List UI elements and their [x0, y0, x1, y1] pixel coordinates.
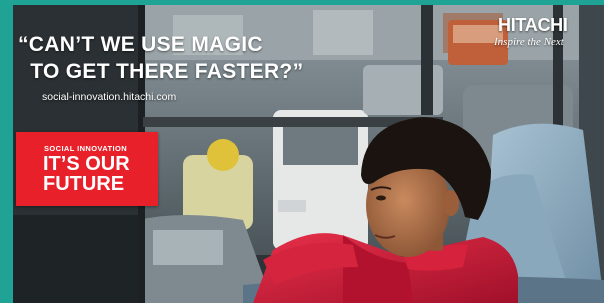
- hitachi-advertisement: “CAN’T WE USE MAGIC TO GET THERE FASTER?…: [0, 0, 604, 303]
- badge-subtitle: SOCIAL INNOVATION: [44, 144, 128, 153]
- headline-quote: “CAN’T WE USE MAGIC TO GET THERE FASTER?…: [18, 33, 304, 83]
- brand-tagline: Inspire the Next: [494, 36, 564, 48]
- badge-title-line1: IT’S OUR: [43, 153, 130, 175]
- social-innovation-badge: SOCIAL INNOVATION IT’S OUR FUTURE: [16, 132, 158, 206]
- hitachi-logo: HITACHI: [498, 15, 568, 35]
- website-link[interactable]: social-innovation.hitachi.com: [42, 91, 176, 103]
- badge-title-line2: FUTURE: [43, 173, 125, 195]
